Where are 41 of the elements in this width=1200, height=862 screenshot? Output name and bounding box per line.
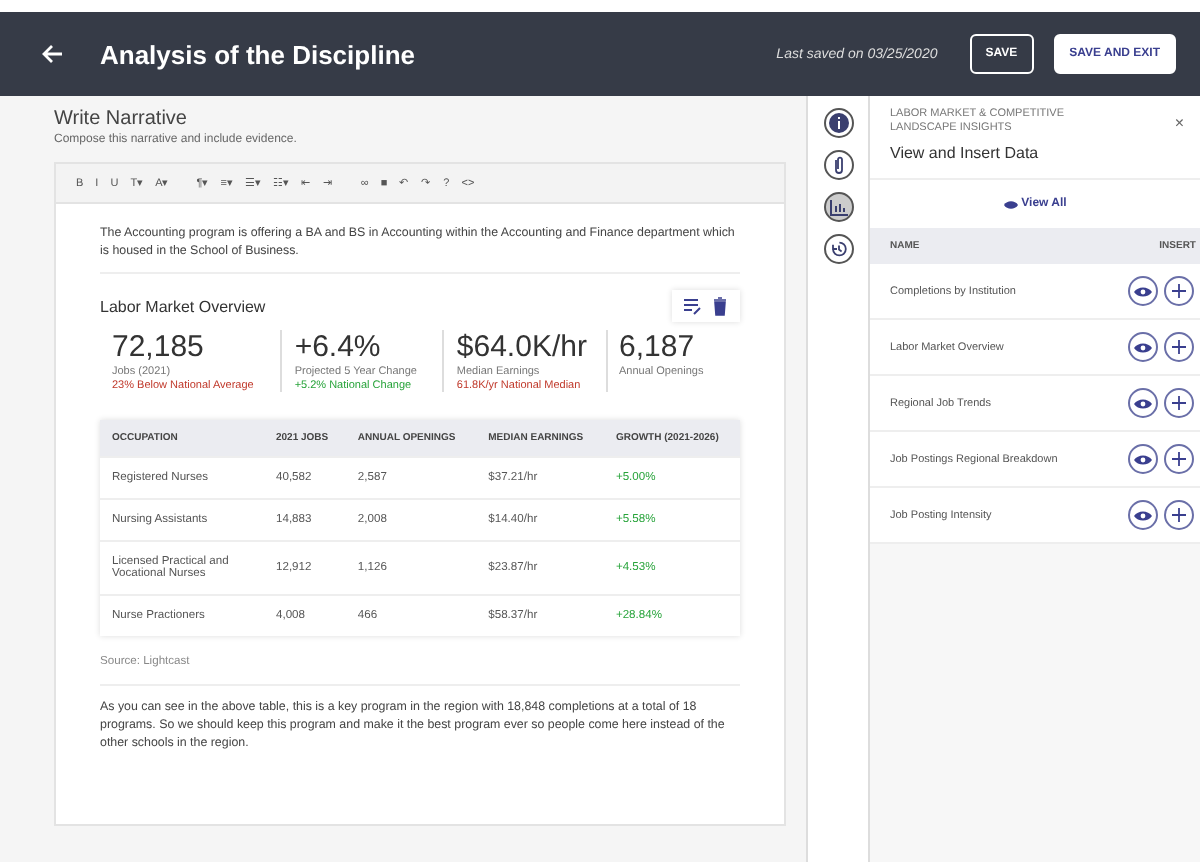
info-icon	[827, 112, 849, 134]
sidebar-tab[interactable]	[823, 150, 853, 180]
plus-icon	[1172, 508, 1186, 522]
page-title: Analysis of the Discipline	[100, 39, 417, 69]
edit-list-icon[interactable]	[682, 296, 702, 316]
preview-button[interactable]	[1128, 444, 1158, 474]
panel-title: View and Insert Data	[890, 144, 1041, 162]
sidebar-tab[interactable]	[823, 108, 853, 138]
delete-icon[interactable]	[710, 296, 730, 316]
stat-value: 6,187	[619, 330, 697, 364]
preview-button[interactable]	[1128, 388, 1158, 418]
plus-icon	[1172, 452, 1186, 466]
plus-icon	[1172, 284, 1186, 298]
back-arrow-icon[interactable]	[40, 42, 64, 66]
eye-icon	[1134, 397, 1152, 409]
preview-button[interactable]	[1128, 332, 1158, 362]
eye-icon	[1134, 285, 1152, 297]
section-title: Write Narrative	[54, 108, 189, 130]
insert-button[interactable]	[1164, 332, 1194, 362]
insert-button[interactable]	[1164, 388, 1194, 418]
insert-button[interactable]	[1164, 500, 1194, 530]
sidebar-tab[interactable]	[823, 192, 853, 222]
history-icon	[829, 240, 847, 258]
preview-button[interactable]	[1128, 500, 1158, 530]
stat-value: +6.4%	[294, 330, 383, 364]
stat-value: $64.0K/hr	[456, 330, 589, 364]
plus-icon	[1172, 340, 1186, 354]
insert-button[interactable]	[1164, 444, 1194, 474]
bar-chart-icon	[829, 199, 847, 215]
eye-icon	[1134, 453, 1152, 465]
close-button[interactable]: ×	[1174, 108, 1184, 136]
preview-button[interactable]	[1128, 276, 1158, 306]
eye-icon	[1003, 199, 1018, 209]
stat-value: 72,185	[112, 330, 206, 364]
sidebar-tab[interactable]	[823, 234, 853, 264]
plus-icon	[1172, 396, 1186, 410]
insert-button[interactable]	[1164, 276, 1194, 306]
paperclip-icon	[831, 156, 845, 174]
eye-icon	[1134, 341, 1152, 353]
overview-title: Labor Market Overview	[100, 297, 266, 315]
eye-icon	[1134, 509, 1152, 521]
